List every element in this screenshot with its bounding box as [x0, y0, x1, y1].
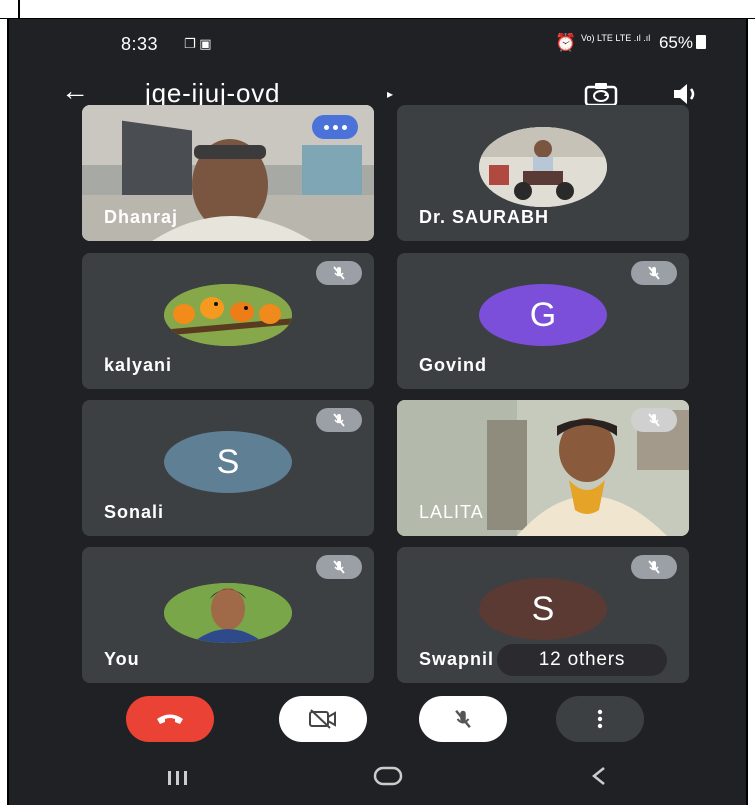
more-options-button[interactable] [556, 696, 644, 742]
participant-name: You [104, 649, 140, 669]
participant-tile-dhanraj[interactable]: Dhanraj [82, 105, 374, 241]
battery-percent: 65% [658, 33, 693, 52]
frame-top-border [0, 0, 755, 19]
participant-name: Swapnil [419, 649, 495, 669]
avatar-kalyani [164, 284, 292, 346]
participant-tile-you[interactable]: You [82, 547, 374, 683]
participant-tile-swapnil[interactable]: S Swapnil 12 others [397, 547, 689, 683]
muted-mic-icon [631, 555, 677, 579]
recent-apps-icon[interactable] [167, 766, 189, 792]
avatar-swapnil-initial: S [479, 578, 607, 640]
avatar-sonali-initial: S [164, 431, 292, 493]
notification-icons: ❐ ▣ [184, 36, 212, 51]
muted-mic-icon [316, 555, 362, 579]
participant-tile-saurabh[interactable]: Dr. SAURABH [397, 105, 689, 241]
participant-tile-lalita[interactable]: LALITA [397, 400, 689, 536]
participant-tile-sonali[interactable]: S Sonali [82, 400, 374, 536]
end-call-button[interactable] [126, 696, 214, 742]
participant-tile-govind[interactable]: G Govind [397, 253, 689, 389]
status-bar: 8:33 ❐ ▣ ⏰ Vo) LTE LTE .ıl .ıl 65% [9, 19, 746, 65]
participant-name: Dhanraj [104, 207, 179, 227]
participant-name: LALITA [419, 502, 484, 522]
phone-screen: 8:33 ❐ ▣ ⏰ Vo) LTE LTE .ıl .ıl 65% ← jqe… [7, 19, 748, 805]
mic-toggle-button[interactable] [419, 696, 507, 742]
avatar-govind-initial: G [479, 284, 607, 346]
muted-mic-icon [316, 408, 362, 432]
muted-mic-icon [631, 261, 677, 285]
system-nav-bar [9, 754, 746, 805]
muted-mic-icon [316, 261, 362, 285]
back-arrow-icon[interactable]: ← [61, 75, 89, 107]
status-time: 8:33 [121, 34, 159, 54]
status-right: ⏰ Vo) LTE LTE .ıl .ıl 65% [555, 33, 706, 53]
caret-right-icon[interactable]: ▸ [387, 87, 393, 101]
alarm-icon: ⏰ [555, 33, 577, 52]
others-count-badge[interactable]: 12 others [497, 644, 667, 676]
muted-mic-icon [631, 408, 677, 432]
camera-toggle-button[interactable] [279, 696, 367, 742]
mic-off-icon [455, 709, 471, 729]
participant-tile-kalyani[interactable]: kalyani [82, 253, 374, 389]
avatar-saurabh [479, 127, 607, 207]
phone-hangup-icon [157, 714, 183, 724]
home-icon[interactable] [373, 766, 403, 792]
more-vertical-icon [597, 709, 603, 729]
avatar-you [164, 583, 292, 643]
tile-menu-button[interactable] [312, 115, 358, 139]
participant-name: kalyani [104, 355, 173, 375]
camera-off-icon [309, 709, 336, 729]
back-nav-icon[interactable] [591, 766, 607, 792]
signal-icons: Vo) LTE LTE .ıl .ıl [581, 33, 651, 43]
participant-name: Dr. SAURABH [419, 207, 550, 227]
battery-icon [696, 35, 706, 49]
participant-name: Govind [419, 355, 487, 375]
participant-name: Sonali [104, 502, 165, 522]
